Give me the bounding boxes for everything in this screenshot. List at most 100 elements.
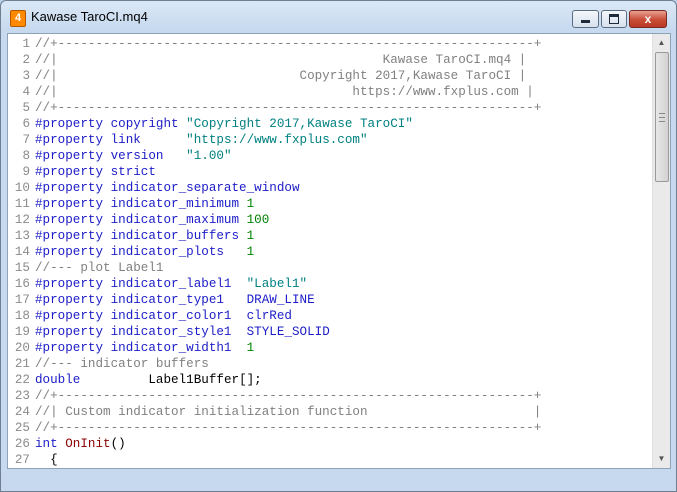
editor-window: 4 Kawase TaroCI.mq4 x 1 //+--------------… bbox=[0, 0, 677, 492]
grip-icon bbox=[659, 113, 665, 122]
code-token: 1 bbox=[246, 197, 255, 211]
code-line[interactable]: 24 //| Custom indicator initialization fu… bbox=[8, 404, 652, 420]
line-number: 4 bbox=[22, 85, 30, 99]
line-number: 13 bbox=[14, 229, 30, 243]
code-line[interactable]: 4 //| https://www.fxplus.com | bbox=[8, 84, 652, 100]
code-token: //--- indicator buffers bbox=[35, 357, 209, 371]
code-token: //--- plot Label1 bbox=[35, 261, 164, 275]
line-number: 7 bbox=[22, 133, 30, 147]
line-number: 21 bbox=[14, 357, 30, 371]
code-token: OnInit bbox=[65, 437, 111, 451]
line-number: 5 bbox=[22, 101, 30, 115]
code-token: DRAW_LINE bbox=[246, 293, 315, 307]
code-token: #property version bbox=[35, 149, 187, 163]
code-line[interactable]: 3 //| Copyright 2017,Kawase TaroCI | bbox=[8, 68, 652, 84]
line-number: 25 bbox=[14, 421, 30, 435]
code-token: 1 bbox=[246, 341, 255, 355]
code-token: "Label1" bbox=[246, 277, 308, 291]
line-number: 12 bbox=[14, 213, 30, 227]
code-line[interactable]: 23 //+-----------------------------------… bbox=[8, 388, 652, 404]
minimize-icon bbox=[581, 20, 590, 23]
line-number: 22 bbox=[14, 373, 30, 387]
code-token: #property indicator_maximum bbox=[35, 213, 247, 227]
code-line[interactable]: 11 #property indicator_minimum 1 bbox=[8, 196, 652, 212]
code-token: //| https://www.fxplus.com | bbox=[35, 85, 534, 99]
line-number: 6 bbox=[22, 117, 30, 131]
code-token: () bbox=[110, 437, 126, 451]
maximize-button[interactable] bbox=[601, 10, 627, 28]
metaeditor-app-icon[interactable]: 4 bbox=[10, 10, 26, 27]
code-line[interactable]: 27 { bbox=[8, 452, 652, 468]
code-token: 1 bbox=[246, 245, 255, 259]
code-token: #property link bbox=[35, 133, 187, 147]
code-token: Label1Buffer[]; bbox=[80, 373, 262, 387]
code-line[interactable]: 26 int OnInit() bbox=[8, 436, 652, 452]
code-token: //+-------------------------------------… bbox=[35, 37, 542, 51]
code-line[interactable]: 25 //+-----------------------------------… bbox=[8, 420, 652, 436]
minimize-button[interactable] bbox=[572, 10, 599, 28]
code-token: 1 bbox=[246, 229, 255, 243]
line-number: 18 bbox=[14, 309, 30, 323]
code-token: #property indicator_buffers bbox=[35, 229, 247, 243]
scroll-down-icon[interactable]: ▼ bbox=[654, 451, 669, 467]
line-number: 14 bbox=[14, 245, 30, 259]
code-token: #property strict bbox=[35, 165, 156, 179]
line-number: 20 bbox=[14, 341, 30, 355]
code-token: #property indicator_type1 bbox=[35, 293, 247, 307]
line-number: 9 bbox=[22, 165, 30, 179]
window-title: Kawase TaroCI.mq4 bbox=[31, 9, 148, 24]
code-line[interactable]: 13 #property indicator_buffers 1 bbox=[8, 228, 652, 244]
code-token: //| Custom indicator initialization func… bbox=[35, 405, 542, 419]
code-token: //+-------------------------------------… bbox=[35, 389, 542, 403]
code-token: #property copyright bbox=[35, 117, 187, 131]
line-number: 16 bbox=[14, 277, 30, 291]
code-token: 100 bbox=[246, 213, 270, 227]
code-token: "https://www.fxplus.com" bbox=[186, 133, 368, 147]
line-number: 3 bbox=[22, 69, 30, 83]
line-number: 11 bbox=[14, 197, 30, 211]
editor-client-area: 1 //+------------------------------------… bbox=[7, 33, 671, 469]
vertical-scrollbar[interactable]: ▲ ▼ bbox=[652, 34, 670, 468]
code-line[interactable]: 1 //+------------------------------------… bbox=[8, 36, 652, 52]
code-line[interactable]: 10 #property indicator_separate_window bbox=[8, 180, 652, 196]
code-line[interactable]: 21 //--- indicator buffers bbox=[8, 356, 652, 372]
code-token: //+-------------------------------------… bbox=[35, 421, 542, 435]
code-token: //| Copyright 2017,Kawase TaroCI | bbox=[35, 69, 527, 83]
code-line[interactable]: 17 #property indicator_type1 DRAW_LINE bbox=[8, 292, 652, 308]
code-line[interactable]: 22 double Label1Buffer[]; bbox=[8, 372, 652, 388]
line-number: 10 bbox=[14, 181, 30, 195]
code-line[interactable]: 15 //--- plot Label1 bbox=[8, 260, 652, 276]
title-bar[interactable]: 4 Kawase TaroCI.mq4 x bbox=[1, 1, 676, 33]
close-icon: x bbox=[644, 12, 652, 26]
code-line[interactable]: 18 #property indicator_color1 clrRed bbox=[8, 308, 652, 324]
line-number: 17 bbox=[14, 293, 30, 307]
line-number: 24 bbox=[14, 405, 30, 419]
code-line[interactable]: 8 #property version "1.00" bbox=[8, 148, 652, 164]
code-line[interactable]: 19 #property indicator_style1 STYLE_SOLID bbox=[8, 324, 652, 340]
code-line[interactable]: 2 //| Kawase TaroCI.mq4 | bbox=[8, 52, 652, 68]
code-token: "Copyright 2017,Kawase TaroCI" bbox=[186, 117, 413, 131]
code-token: STYLE_SOLID bbox=[246, 325, 330, 339]
code-line[interactable]: 9 #property strict bbox=[8, 164, 652, 180]
code-token: #property indicator_color1 bbox=[35, 309, 247, 323]
code-token: int bbox=[35, 437, 58, 451]
line-number: 8 bbox=[22, 149, 30, 163]
line-number: 26 bbox=[14, 437, 30, 451]
code-editor[interactable]: 1 //+------------------------------------… bbox=[8, 34, 652, 468]
close-button[interactable]: x bbox=[629, 10, 667, 28]
maximize-icon bbox=[609, 14, 619, 24]
code-token: "1.00" bbox=[186, 149, 232, 163]
code-token: #property indicator_label1 bbox=[35, 277, 247, 291]
code-line[interactable]: 16 #property indicator_label1 "Label1" bbox=[8, 276, 652, 292]
code-token: #property indicator_separate_window bbox=[35, 181, 300, 195]
scroll-up-icon[interactable]: ▲ bbox=[654, 35, 669, 51]
scrollbar-thumb[interactable] bbox=[655, 52, 669, 182]
line-number: 15 bbox=[14, 261, 30, 275]
code-line[interactable]: 20 #property indicator_width1 1 bbox=[8, 340, 652, 356]
code-token: #property indicator_minimum bbox=[35, 197, 247, 211]
code-line[interactable]: 12 #property indicator_maximum 100 bbox=[8, 212, 652, 228]
code-line[interactable]: 14 #property indicator_plots 1 bbox=[8, 244, 652, 260]
code-line[interactable]: 5 //+------------------------------------… bbox=[8, 100, 652, 116]
code-line[interactable]: 6 #property copyright "Copyright 2017,Kaw… bbox=[8, 116, 652, 132]
code-line[interactable]: 7 #property link "https://www.fxplus.com" bbox=[8, 132, 652, 148]
